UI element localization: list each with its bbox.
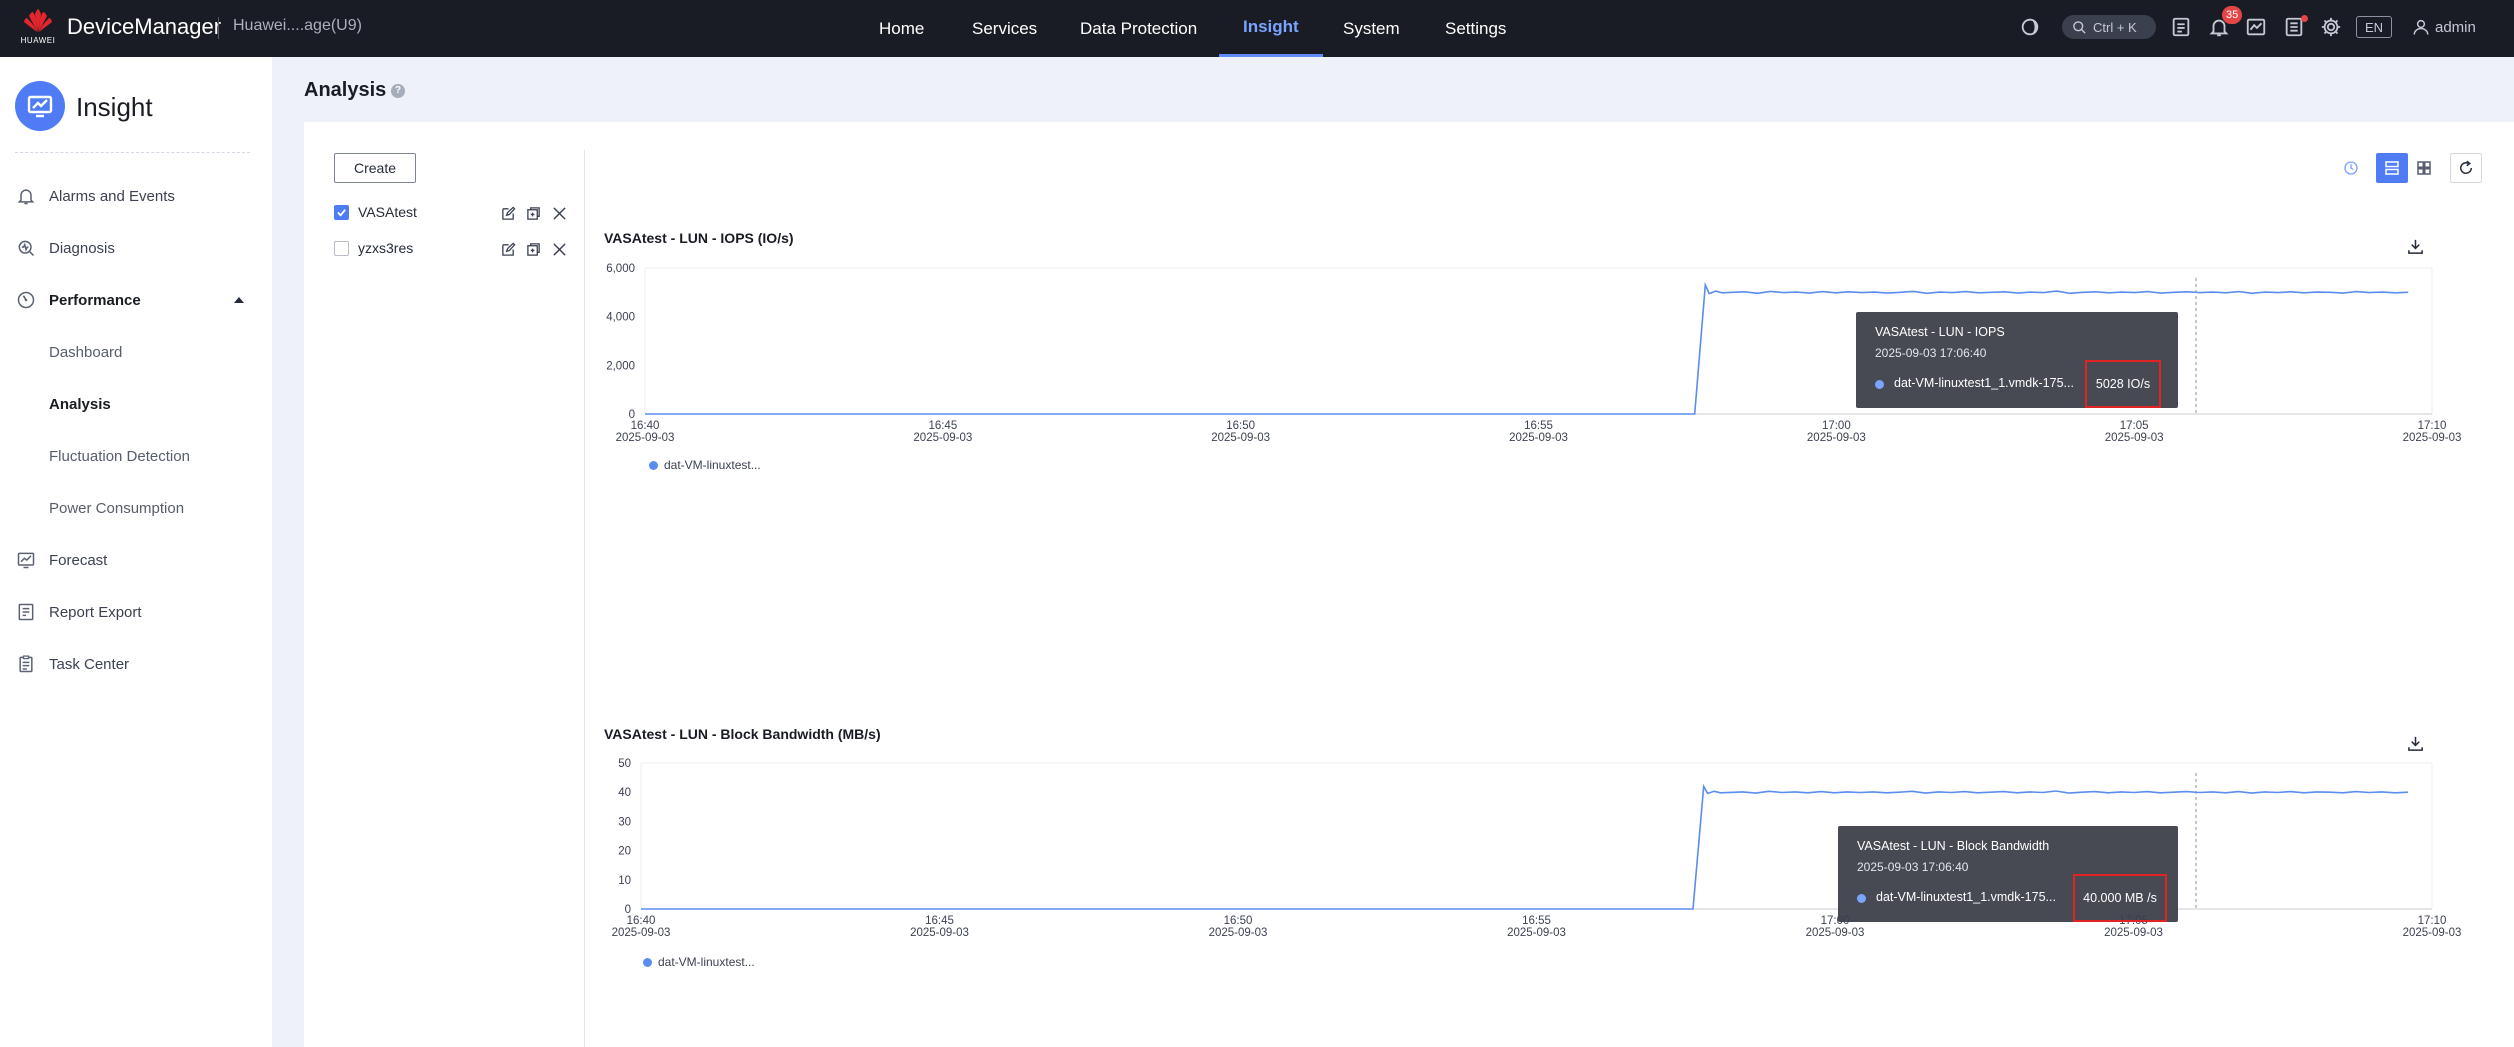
legend-dot (643, 957, 652, 967)
search-button[interactable]: Ctrl + K (2062, 15, 2156, 39)
tooltip-series: dat-VM-linuxtest1_1.vmdk-175... (1876, 890, 2056, 904)
monitor-icon[interactable] (2243, 14, 2269, 40)
sidebar-item-performance[interactable]: Performance (0, 282, 272, 318)
create-button[interactable]: Create (334, 153, 416, 183)
chart-tooltip: VASAtest - LUN - Block Bandwidth 2025-09… (1838, 826, 2178, 922)
sidebar-item-report-export[interactable]: Report Export (0, 594, 272, 630)
tooltip-value: 40.000 MB /s (2073, 874, 2167, 922)
alert-dot (2301, 15, 2308, 22)
app-name: DeviceManager (67, 14, 222, 39)
chart-title: VASAtest - LUN - IOPS (IO/s) (604, 230, 794, 246)
search-shortcut: Ctrl + K (2093, 19, 2137, 35)
page-title: Analysis (304, 79, 387, 101)
copy-icon[interactable] (525, 241, 541, 257)
close-icon[interactable] (551, 241, 567, 257)
device-name[interactable]: Huawei....age(U9) (233, 17, 362, 35)
legend-label: dat-VM-linuxtest... (664, 458, 761, 472)
tooltip-value: 5028 IO/s (2085, 360, 2161, 408)
top-bar: HUAWEI DeviceManager Huawei....age(U9) H… (0, 0, 2514, 57)
sidebar-item-alarms[interactable]: Alarms and Events (0, 178, 272, 214)
sidebar-item-label: Fluctuation Detection (49, 447, 190, 465)
sidebar-item-power-consumption[interactable]: Power Consumption (0, 490, 272, 526)
sidebar-item-label: Alarms and Events (49, 187, 175, 205)
nav-data-protection[interactable]: Data Protection (1056, 0, 1221, 57)
notification-badge: 35 (2222, 6, 2243, 24)
legend-label: dat-VM-linuxtest... (658, 955, 755, 969)
user-icon (2413, 19, 2429, 35)
grid-view-icon[interactable] (2408, 153, 2440, 183)
legend-item[interactable]: dat-VM-linuxtest... (643, 955, 755, 969)
search-icon (2073, 20, 2086, 34)
divider (218, 17, 219, 39)
diagnosis-icon (15, 237, 37, 259)
brand-text: HUAWEI (20, 36, 56, 45)
copy-icon[interactable] (525, 205, 541, 221)
series-dot (1857, 894, 1866, 903)
sidebar-item-task-center[interactable]: Task Center (0, 646, 272, 682)
download-icon[interactable] (2405, 733, 2425, 753)
dataset-checkbox[interactable] (334, 240, 349, 256)
dataset-checkbox[interactable] (334, 204, 349, 220)
theme-icon[interactable] (2017, 14, 2043, 40)
history-icon[interactable] (2335, 153, 2367, 183)
huawei-logo: HUAWEI (16, 7, 60, 47)
sidebar-item-label: Dashboard (49, 343, 123, 361)
sidebar-item-analysis[interactable]: Analysis (0, 386, 272, 422)
gauge-icon (15, 289, 37, 311)
user-name: admin (2435, 18, 2476, 36)
list-view-icon[interactable] (2376, 153, 2408, 183)
sidebar-item-label: Power Consumption (49, 499, 185, 517)
sidebar-item-fluctuation-detection[interactable]: Fluctuation Detection (0, 438, 272, 474)
user-menu[interactable]: admin (2412, 16, 2476, 38)
tooltip-time: 2025-09-03 17:06:40 (1875, 346, 1987, 360)
tooltip-title: VASAtest - LUN - Block Bandwidth (1857, 839, 2050, 853)
sidebar-item-dashboard[interactable]: Dashboard (0, 334, 272, 370)
clipboard-icon (15, 653, 37, 675)
chevron-up-icon (234, 297, 244, 303)
series-dot (1875, 380, 1884, 389)
dataset-name: yzxs3res (358, 240, 414, 256)
report-icon (15, 601, 37, 623)
download-icon[interactable] (2405, 236, 2425, 256)
sidebar-title: Insight (76, 92, 153, 122)
help-icon[interactable]: ? (391, 84, 405, 98)
edit-icon[interactable] (500, 205, 516, 221)
analysis-card (304, 122, 2514, 1047)
tooltip-time: 2025-09-03 17:06:40 (1857, 860, 1969, 874)
sidebar: Insight Alarms and Events Diagnosis Perf… (0, 57, 272, 1047)
sidebar-item-label: Forecast (49, 551, 108, 569)
task-icon[interactable] (2168, 14, 2194, 40)
huawei-flower-icon (24, 9, 52, 32)
nav-home[interactable]: Home (855, 0, 948, 57)
legend-item[interactable]: dat-VM-linuxtest... (649, 458, 761, 472)
sidebar-divider (15, 152, 250, 153)
nav-system[interactable]: System (1319, 0, 1424, 57)
panel-divider (584, 150, 585, 1047)
tooltip-title: VASAtest - LUN - IOPS (1875, 325, 2005, 339)
forecast-icon (15, 549, 37, 571)
insight-logo-icon (15, 81, 65, 131)
sidebar-item-label: Task Center (49, 655, 130, 673)
bell-icon (15, 185, 37, 207)
sidebar-item-forecast[interactable]: Forecast (0, 542, 272, 578)
legend-dot (649, 460, 658, 470)
language-switch[interactable]: EN (2356, 16, 2392, 38)
chart-title: VASAtest - LUN - Block Bandwidth (MB/s) (604, 726, 881, 742)
gear-icon[interactable] (2318, 14, 2344, 40)
sidebar-item-label: Analysis (49, 395, 111, 413)
sidebar-item-diagnosis[interactable]: Diagnosis (0, 230, 272, 266)
tooltip-series: dat-VM-linuxtest1_1.vmdk-175... (1894, 376, 2074, 390)
sidebar-item-label: Diagnosis (49, 239, 115, 257)
nav-settings[interactable]: Settings (1421, 0, 1530, 57)
chart-tooltip: VASAtest - LUN - IOPS 2025-09-03 17:06:4… (1856, 312, 2178, 408)
dataset-name: VASAtest (358, 204, 417, 220)
close-icon[interactable] (551, 205, 567, 221)
nav-services[interactable]: Services (948, 0, 1061, 57)
nav-insight[interactable]: Insight (1219, 0, 1323, 57)
refresh-icon[interactable] (2450, 153, 2482, 183)
edit-icon[interactable] (500, 241, 516, 257)
sidebar-item-label: Performance (49, 291, 141, 309)
sidebar-item-label: Report Export (49, 603, 142, 621)
